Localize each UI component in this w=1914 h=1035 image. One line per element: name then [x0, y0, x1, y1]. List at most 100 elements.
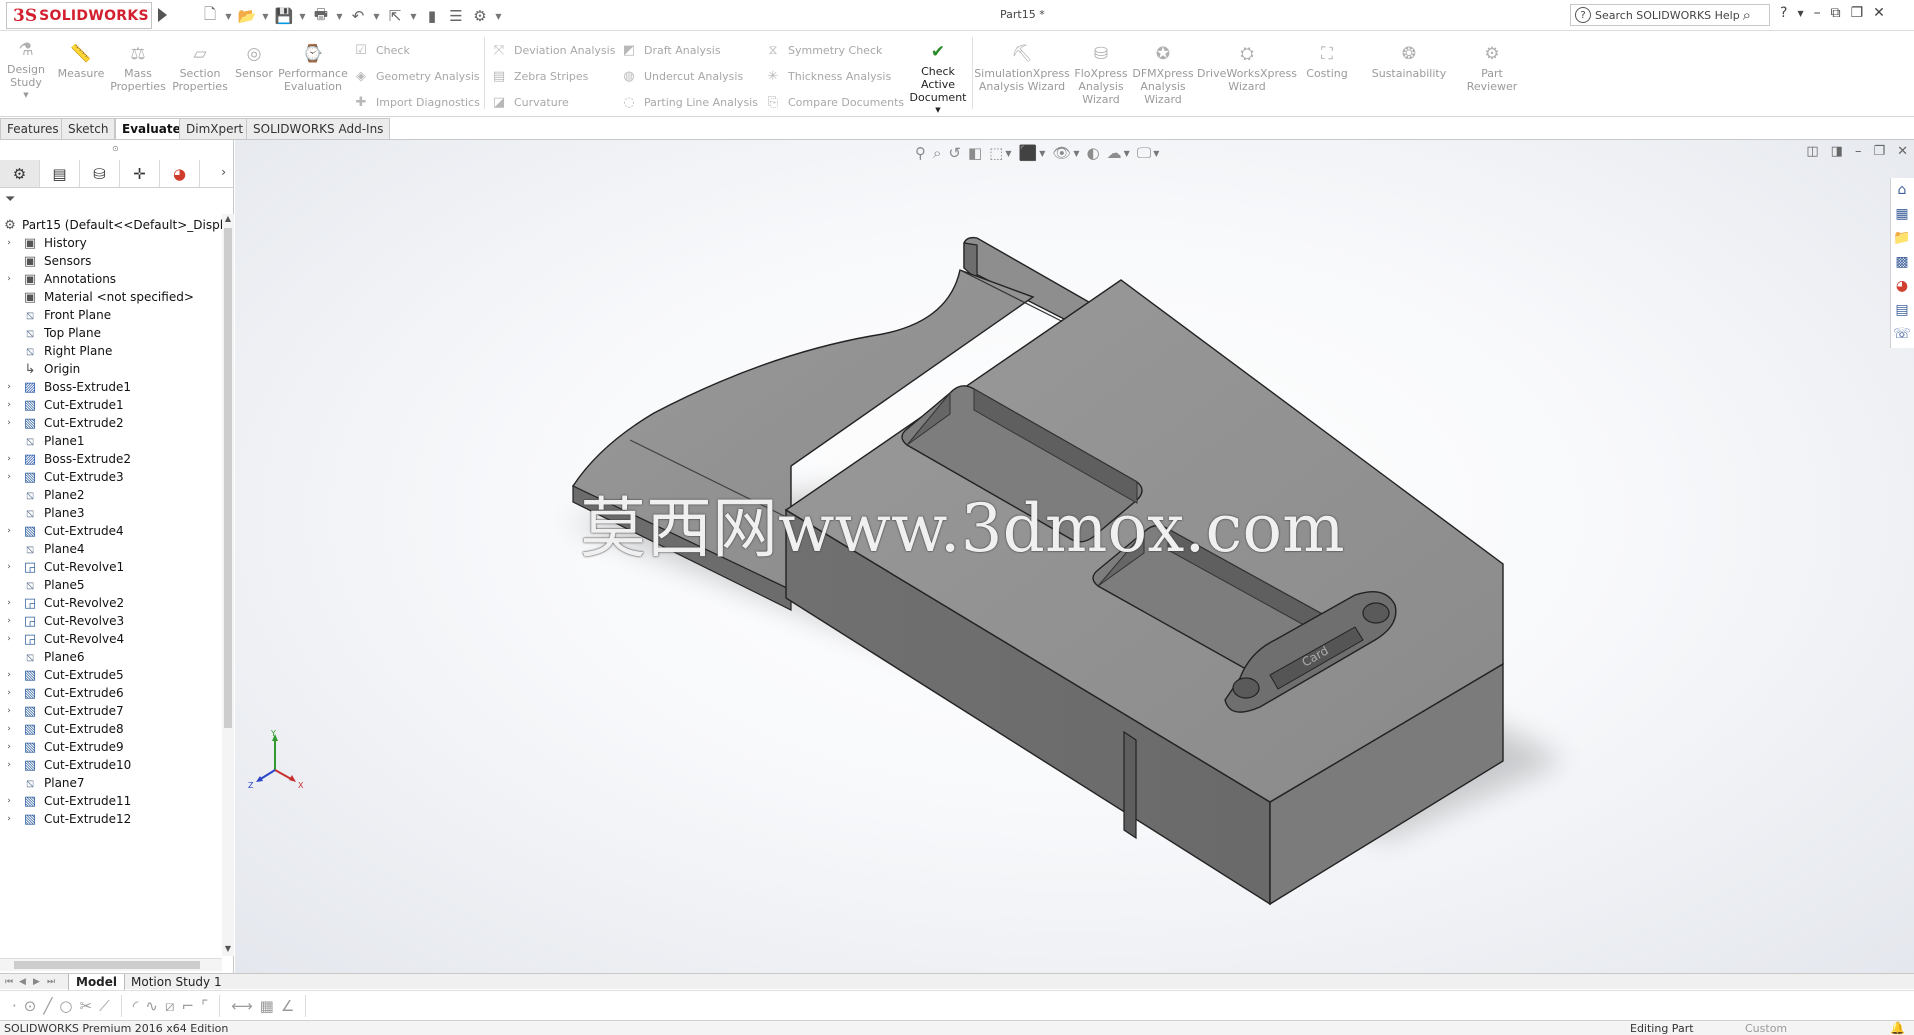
scroll-thumb[interactable] — [224, 228, 232, 728]
convert-entities-icon[interactable]: ⧄ — [165, 997, 175, 1015]
floxpress-button[interactable]: ⛁ FloXpress Analysis Wizard — [1072, 43, 1130, 106]
check-active-document-dropdown-icon[interactable]: ▼ — [935, 104, 940, 117]
file-explorer-icon[interactable]: 📁 — [1891, 226, 1913, 250]
expand-chevron-icon[interactable]: › — [2, 742, 16, 752]
options-gear-icon[interactable]: ⚙ — [470, 6, 490, 26]
tree-item[interactable]: › ▧ Cut-Extrude12 — [0, 808, 222, 830]
mass-properties-button[interactable]: ⚖ Mass Properties — [108, 43, 168, 93]
open-dropdown-icon[interactable]: ▼ — [261, 6, 270, 26]
expand-chevron-icon[interactable]: › — [2, 274, 16, 284]
print-icon[interactable]: 🖶 — [311, 5, 331, 26]
menu-expand-arrow-icon[interactable] — [158, 8, 167, 22]
notification-icon[interactable]: 🔔 — [1890, 1021, 1905, 1035]
line-icon[interactable]: ╱ — [43, 997, 52, 1015]
appearances-icon[interactable]: ◕ — [1891, 274, 1913, 298]
tab-solidworks-addins[interactable]: SOLIDWORKS Add-Ins — [246, 118, 391, 139]
expand-chevron-icon[interactable]: › — [2, 382, 16, 392]
angle-icon[interactable]: ∠ — [281, 997, 294, 1015]
new-document-icon[interactable]: 🗋 — [200, 5, 220, 26]
expand-chevron-icon[interactable]: › — [2, 634, 16, 644]
solidworks-resources-icon[interactable]: ⌂ — [1891, 178, 1913, 202]
scroll-down-icon[interactable]: ▼ — [222, 944, 234, 956]
options-dropdown-icon[interactable]: ▼ — [494, 6, 503, 26]
last-tab-icon[interactable]: ⏭ — [44, 974, 58, 990]
check-button[interactable]: ☑ Check — [352, 41, 410, 59]
expand-chevron-icon[interactable]: › — [2, 472, 16, 482]
expand-chevron-icon[interactable]: › — [2, 562, 16, 572]
tab-dimxpert[interactable]: DimXpert — [179, 118, 251, 139]
tab-evaluate[interactable]: Evaluate — [115, 118, 188, 139]
expand-chevron-icon[interactable]: › — [2, 760, 16, 770]
help-menu-icon[interactable]: ? — [1780, 5, 1787, 21]
open-folder-icon[interactable]: 📂 — [237, 6, 257, 26]
restore-icon[interactable]: ❐ — [1851, 5, 1864, 21]
tab-sketch[interactable]: Sketch — [61, 118, 116, 139]
design-study-dropdown-icon[interactable]: ▼ — [23, 89, 28, 102]
smart-line-icon[interactable]: ⟋ — [99, 997, 110, 1015]
expand-chevron-icon[interactable]: › — [2, 616, 16, 626]
save-dropdown-icon[interactable]: ▼ — [298, 6, 307, 26]
panel-grip-icon[interactable]: ⊙ — [112, 144, 119, 153]
section-properties-button[interactable]: ▱ Section Properties — [168, 43, 232, 93]
ellipse-icon[interactable]: ○ — [59, 997, 72, 1015]
tile-windows-icon[interactable]: ⧉ — [1831, 5, 1841, 21]
scroll-up-icon[interactable]: ▲ — [222, 214, 234, 226]
expand-chevron-icon[interactable]: › — [2, 238, 16, 248]
measure-button[interactable]: 📏 Measure — [56, 43, 106, 80]
expand-chevron-icon[interactable]: › — [2, 724, 16, 734]
new-dropdown-icon[interactable]: ▼ — [224, 6, 233, 26]
curvature-button[interactable]: ◪ Curvature — [490, 93, 569, 111]
close-icon[interactable]: ✕ — [1873, 5, 1885, 21]
dimxpert-manager-tab-icon[interactable]: ✛ — [120, 160, 160, 187]
next-tab-icon[interactable]: ▶ — [30, 974, 43, 990]
solidworks-logo[interactable]: 3S SOLIDWORKS — [6, 2, 152, 29]
undo-dropdown-icon[interactable]: ▼ — [372, 6, 381, 26]
undercut-analysis-button[interactable]: ◍ Undercut Analysis — [620, 67, 743, 85]
property-manager-tab-icon[interactable]: ▤ — [40, 160, 80, 187]
filter-icon[interactable]: ⏷ — [5, 192, 15, 207]
deviation-analysis-button[interactable]: ⤧ Deviation Analysis — [490, 41, 616, 59]
circle-icon[interactable]: ⊙ — [24, 997, 37, 1015]
simulationxpress-button[interactable]: ⛏ SimulationXpress Analysis Wizard — [974, 43, 1070, 93]
expand-chevron-icon[interactable]: › — [2, 454, 16, 464]
display-manager-tab-icon[interactable]: ◕ — [160, 160, 200, 187]
print-dropdown-icon[interactable]: ▼ — [335, 6, 344, 26]
expand-chevron-icon[interactable]: › — [2, 706, 16, 716]
symmetry-check-button[interactable]: ⧖ Symmetry Check — [764, 41, 882, 59]
sensor-button[interactable]: ◎ Sensor — [232, 43, 276, 80]
trim-icon[interactable]: ✂ — [79, 997, 92, 1015]
custom-properties-icon[interactable]: ▤ — [1891, 298, 1913, 322]
parting-line-analysis-button[interactable]: ◌ Parting Line Analysis — [620, 93, 758, 111]
grid-icon[interactable]: ▦ — [260, 997, 274, 1015]
part-reviewer-button[interactable]: ⚙ Part Reviewer — [1462, 43, 1522, 93]
compare-documents-button[interactable]: ⎘ Compare Documents — [764, 93, 904, 111]
expand-chevron-icon[interactable]: › — [2, 526, 16, 536]
select-cursor-icon[interactable]: ⇱ — [385, 6, 405, 26]
first-tab-icon[interactable]: ⏮ — [2, 974, 16, 990]
rebuild-icon[interactable]: ▮ — [422, 6, 442, 26]
select-dropdown-icon[interactable]: ▼ — [409, 6, 418, 26]
minimize-icon[interactable]: – — [1814, 5, 1821, 21]
dimension-icon[interactable]: ⟷ — [231, 997, 253, 1015]
spline-icon[interactable]: ∿ — [145, 997, 158, 1015]
tab-features[interactable]: Features — [0, 118, 66, 139]
construction-icon[interactable]: ⌜ — [201, 997, 208, 1015]
expand-chevron-icon[interactable]: › — [2, 688, 16, 698]
expand-chevron-icon[interactable]: › — [2, 814, 16, 824]
import-diagnostics-button[interactable]: ✚ Import Diagnostics — [352, 93, 480, 111]
help-search-box[interactable]: ? Search SOLIDWORKS Help ⌕ — [1570, 4, 1770, 26]
expand-chevron-icon[interactable]: › — [2, 400, 16, 410]
draft-analysis-button[interactable]: ◩ Draft Analysis — [620, 41, 721, 59]
save-icon[interactable]: 💾 — [274, 6, 294, 26]
driveworksxpress-button[interactable]: ⛭ DriveWorksXpress Wizard — [1197, 43, 1297, 93]
search-icon[interactable]: ⌕ — [1743, 6, 1751, 24]
hscroll-thumb[interactable] — [14, 961, 200, 969]
undo-icon[interactable]: ↶ — [348, 6, 368, 26]
tab-model[interactable]: Model — [68, 974, 126, 990]
costing-button[interactable]: ⛶ Costing — [1300, 43, 1354, 80]
feature-manager-tab-icon[interactable]: ⚙ — [0, 160, 40, 187]
graphics-area[interactable]: ⚲ ⌕ ↺ ◧ ⬚▼ ⬛▼ 👁▼ ◐ ☁▼ 🖵▼ ◫ ◨ – ❐ ✕ — [235, 140, 1914, 973]
expand-chevron-icon[interactable]: › — [2, 796, 16, 806]
performance-evaluation-button[interactable]: ⌚ Performance Evaluation — [278, 43, 348, 93]
corner-rectangle-icon[interactable]: ⌐ — [182, 997, 195, 1015]
